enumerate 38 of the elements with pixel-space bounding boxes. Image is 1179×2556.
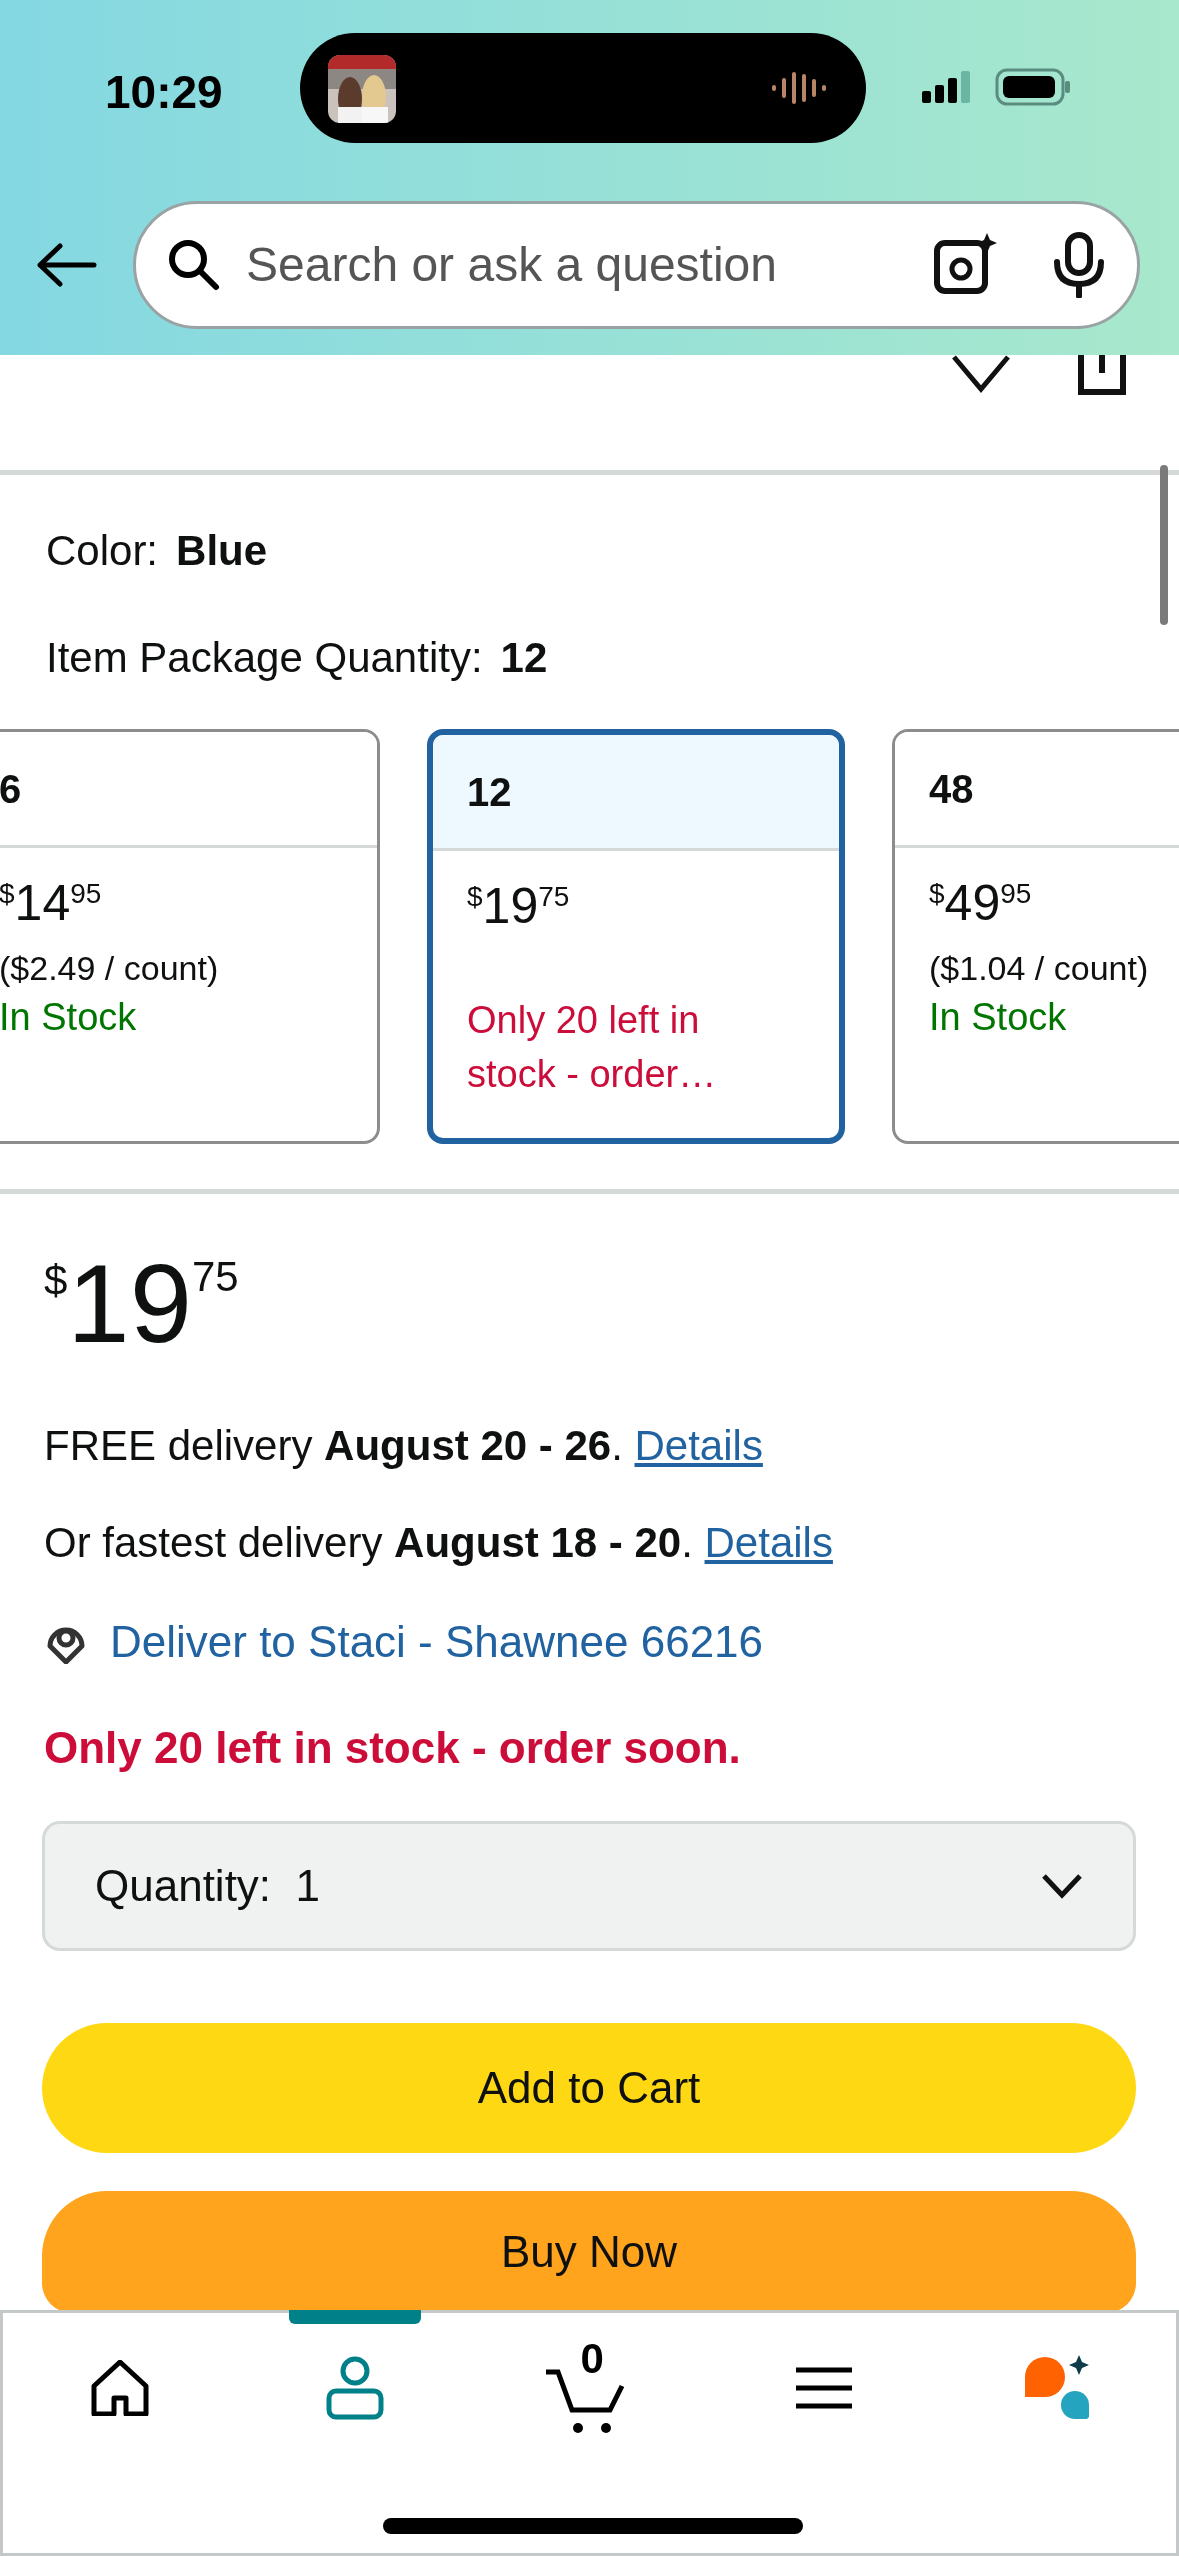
delivery-text: FREE delivery August 20 - 26. Details <box>43 1421 764 1471</box>
quantity-dropdown[interactable]: Quantity: 1 <box>42 1821 1136 1951</box>
chevron-down-icon[interactable] <box>950 355 1012 395</box>
delivery-text: Or fastest delivery August 18 - 20. Details <box>43 1518 834 1568</box>
option-count: 48 <box>929 765 974 813</box>
unit-price: ($2.49 / count) <box>0 948 220 989</box>
status-time: 10:29 <box>105 65 223 120</box>
unit-price: ($1.04 / count) <box>929 948 1150 989</box>
microphone-icon[interactable] <box>1051 232 1107 298</box>
details-link[interactable]: Details <box>634 1422 763 1469</box>
battery-icon <box>995 68 1071 106</box>
search-bar[interactable]: Search or ask a question <box>133 201 1140 329</box>
search-icon <box>166 237 222 293</box>
color-value: Blue <box>176 526 268 576</box>
camera-icon[interactable] <box>933 233 997 297</box>
stock-notice: Only 20 left in stock - order soon. <box>43 1722 742 1774</box>
back-arrow-icon[interactable] <box>35 243 98 287</box>
availability-text: In Stock <box>929 995 1068 1040</box>
cart-count: 0 <box>580 2338 604 2380</box>
account-icon[interactable] <box>325 2355 384 2421</box>
menu-icon[interactable] <box>796 2366 853 2410</box>
package-quantity-value: 12 <box>500 633 548 683</box>
deliver-to-link[interactable]: Deliver to Staci - Shawnee 66216 <box>110 1609 764 1675</box>
color-label: Color: <box>46 526 159 576</box>
home-icon[interactable] <box>90 2360 151 2416</box>
add-to-cart-button[interactable]: Add to Cart <box>42 2023 1136 2153</box>
details-link[interactable]: Details <box>704 1519 833 1566</box>
buy-now-button[interactable]: Buy Now <box>42 2191 1136 2313</box>
chevron-down-icon <box>1041 1873 1083 1899</box>
availability-text: Only 20 left in stock - order… <box>467 998 718 1097</box>
search-field[interactable]: Search or ask a question <box>246 229 909 301</box>
share-icon[interactable] <box>1078 355 1126 395</box>
package-quantity-label: Item Package Quantity: <box>46 633 483 683</box>
signal-icon <box>922 71 972 103</box>
availability-text: In Stock <box>0 995 138 1040</box>
option-count: 6 <box>0 765 22 813</box>
cart-button[interactable]: 0 <box>544 2338 635 2438</box>
option-count: 12 <box>467 768 512 816</box>
